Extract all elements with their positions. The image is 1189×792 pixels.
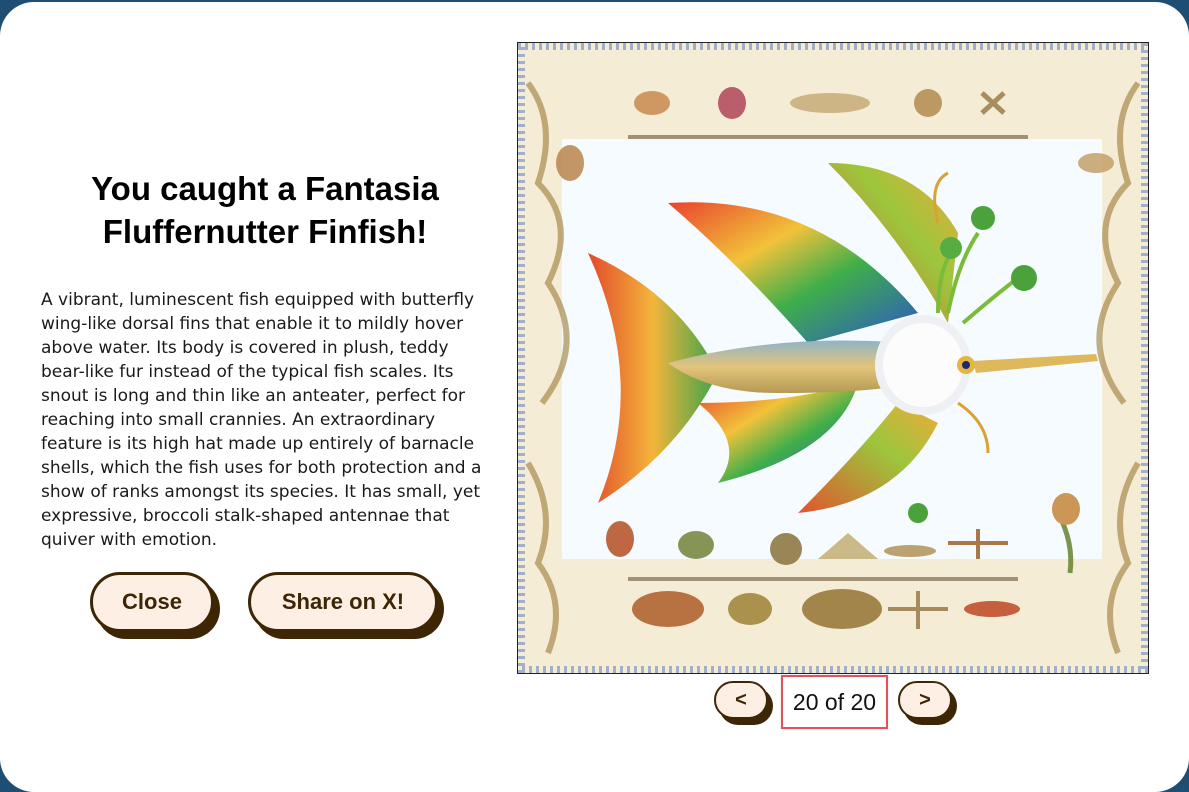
share-on-x-button[interactable]: Share on X! (248, 572, 438, 632)
fish-counter: 20 of 20 (781, 675, 888, 729)
catch-description: A vibrant, luminescent fish equipped wit… (41, 290, 482, 550)
next-fish-button[interactable]: > (898, 681, 952, 719)
catch-modal: You caught a Fantasia Fluffernutter Finf… (0, 2, 1189, 792)
close-button[interactable]: Close (90, 572, 214, 632)
catch-title: You caught a Fantasia Fluffernutter Finf… (91, 170, 439, 250)
fish-image (517, 42, 1149, 674)
previous-fish-button[interactable]: < (714, 681, 768, 719)
